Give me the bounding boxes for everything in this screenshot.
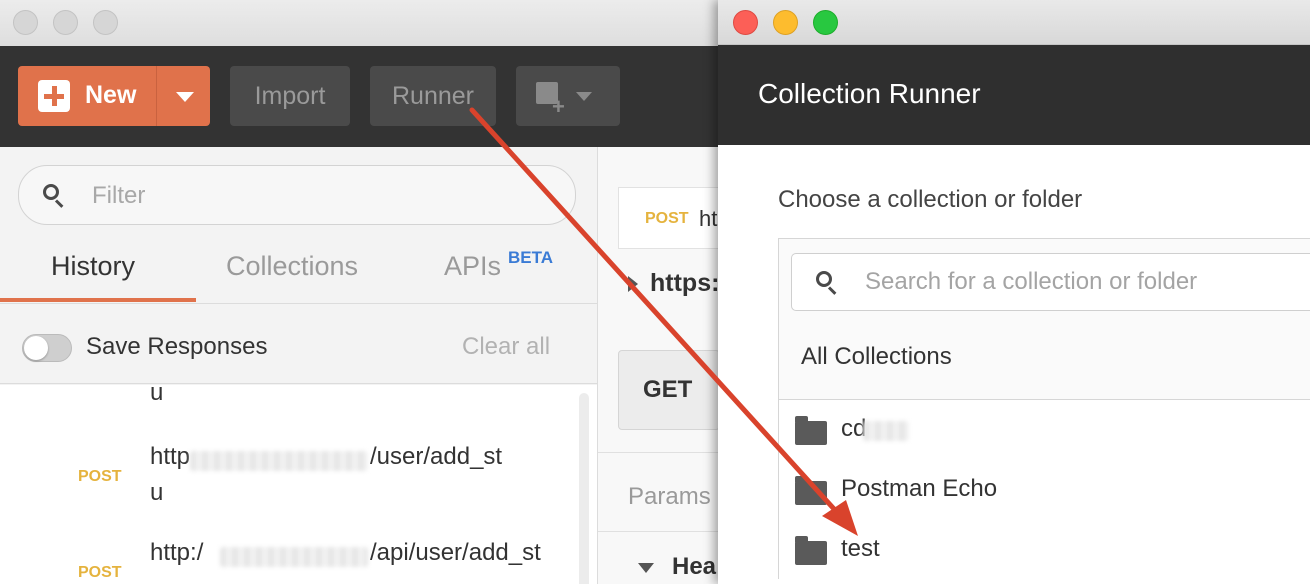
clear-all-button[interactable]: Clear all bbox=[462, 333, 550, 361]
folder-icon bbox=[795, 416, 827, 445]
runner-button-label: Runner bbox=[392, 81, 474, 110]
method-badge: POST bbox=[78, 564, 122, 581]
search-icon bbox=[43, 184, 64, 208]
collection-search-input[interactable]: Search for a collection or folder bbox=[791, 253, 1310, 311]
folder-icon bbox=[795, 536, 827, 565]
runner-close-button[interactable] bbox=[733, 10, 758, 35]
chevron-right-icon bbox=[628, 276, 638, 293]
save-responses-row: Save Responses Clear all bbox=[0, 317, 597, 384]
save-responses-toggle[interactable] bbox=[22, 334, 72, 362]
new-button-label: New bbox=[85, 81, 137, 109]
redacted-host bbox=[190, 451, 368, 471]
folder-icon bbox=[795, 476, 827, 505]
runner-title: Collection Runner bbox=[758, 78, 981, 109]
window-minimize-button[interactable] bbox=[53, 10, 78, 35]
toggle-knob bbox=[24, 336, 48, 360]
collection-runner-window: Collection Runner Choose a collection or… bbox=[718, 0, 1310, 584]
active-tab-indicator bbox=[0, 298, 196, 302]
collection-search-placeholder: Search for a collection or folder bbox=[865, 268, 1198, 295]
sidebar: Filter History Collections APIs BETA Sav… bbox=[0, 147, 598, 584]
tab-apis[interactable]: APIs bbox=[444, 251, 501, 282]
tab-history[interactable]: History bbox=[51, 251, 135, 282]
collection-item-label: Postman Echo bbox=[841, 475, 998, 502]
import-button-label: Import bbox=[254, 81, 326, 110]
method-select[interactable]: GET bbox=[618, 350, 720, 430]
collection-item[interactable]: test bbox=[778, 519, 1310, 579]
history-scrollbar[interactable] bbox=[579, 393, 589, 584]
runner-button[interactable]: Runner bbox=[370, 66, 496, 126]
history-item-url-prefix: http:/ bbox=[150, 539, 204, 566]
runner-header: Collection Runner bbox=[718, 45, 1310, 145]
collection-item[interactable]: cd- bbox=[778, 399, 1310, 459]
all-collections-breadcrumb[interactable]: All Collections bbox=[801, 343, 952, 371]
import-button[interactable]: Import bbox=[230, 66, 350, 126]
request-tab[interactable]: POST ht bbox=[618, 187, 720, 249]
runner-titlebar bbox=[718, 0, 1310, 45]
choose-collection-label: Choose a collection or folder bbox=[778, 186, 1083, 213]
history-item-url-suffix: /api/user/add_st bbox=[370, 539, 541, 566]
request-name-row[interactable]: https: bbox=[628, 269, 719, 298]
redacted-host bbox=[220, 547, 368, 567]
window-zoom-button[interactable] bbox=[93, 10, 118, 35]
params-tab[interactable]: Params bbox=[628, 483, 711, 511]
filter-input[interactable]: Filter bbox=[18, 165, 576, 225]
plus-small-icon: + bbox=[552, 94, 565, 119]
save-responses-label: Save Responses bbox=[86, 333, 268, 360]
tab-collections[interactable]: Collections bbox=[226, 251, 358, 282]
beta-badge: BETA bbox=[508, 248, 554, 267]
method-select-value: GET bbox=[643, 376, 693, 403]
collection-picker: Search for a collection or folder All Co… bbox=[778, 238, 1310, 400]
chevron-down-icon bbox=[638, 562, 654, 573]
filter-placeholder: Filter bbox=[92, 182, 146, 209]
history-item-url: u bbox=[150, 379, 164, 406]
runner-zoom-button[interactable] bbox=[813, 10, 838, 35]
history-list: u POST http /user/add_st u POST http:/ /… bbox=[0, 379, 597, 584]
new-button[interactable]: New bbox=[18, 66, 210, 126]
chevron-down-icon[interactable] bbox=[176, 92, 194, 102]
new-window-button[interactable]: + bbox=[516, 66, 620, 126]
history-item-url-wrap: u bbox=[150, 479, 164, 506]
headers-label: Hea bbox=[672, 553, 717, 580]
window-close-button[interactable] bbox=[13, 10, 38, 35]
method-badge: POST bbox=[78, 468, 122, 485]
plus-icon bbox=[38, 80, 70, 112]
chevron-down-icon bbox=[576, 92, 592, 101]
collection-item-label: test bbox=[841, 535, 880, 562]
request-url: https: bbox=[650, 269, 720, 297]
request-tab-method: POST bbox=[645, 210, 689, 227]
new-button-divider bbox=[156, 66, 157, 126]
runner-minimize-button[interactable] bbox=[773, 10, 798, 35]
collection-item[interactable]: Postman Echo bbox=[778, 459, 1310, 519]
redacted-name bbox=[863, 421, 909, 441]
history-item-url-suffix: /user/add_st bbox=[370, 443, 503, 470]
history-item-url-prefix: http bbox=[150, 443, 191, 470]
screen: New Import Runner + Filter History Colle… bbox=[0, 0, 1310, 584]
search-icon bbox=[816, 271, 837, 295]
request-tab-url: ht bbox=[699, 206, 718, 231]
headers-section[interactable]: Hea bbox=[638, 553, 716, 581]
